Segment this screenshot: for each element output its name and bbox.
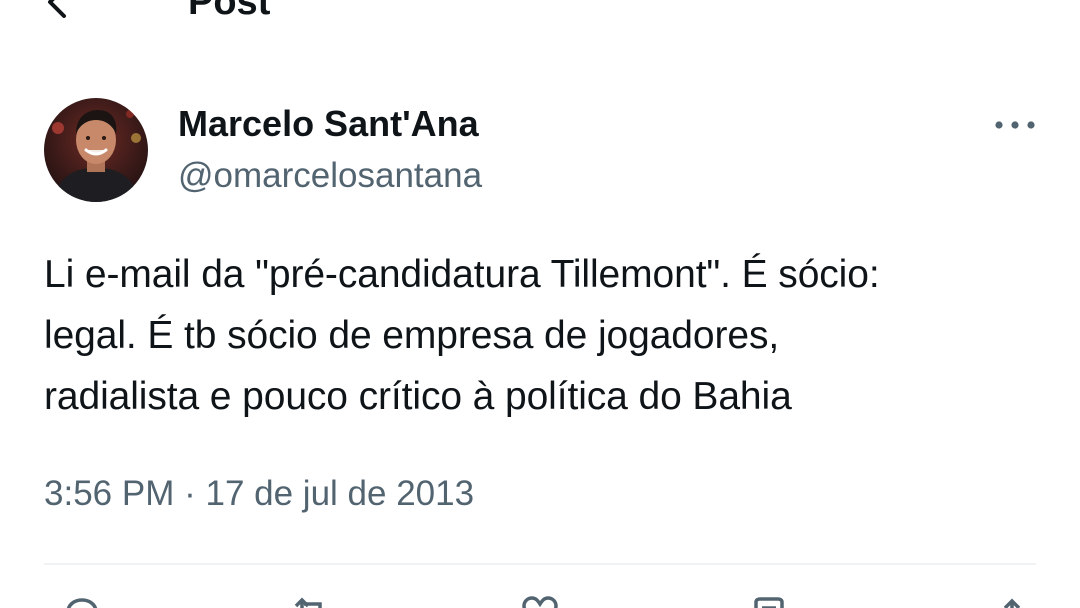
profile-photo bbox=[44, 98, 148, 202]
share-button[interactable] bbox=[994, 596, 1034, 608]
retweet-button[interactable] bbox=[290, 596, 330, 608]
bookmark-button[interactable] bbox=[750, 596, 790, 608]
meta-separator: · bbox=[184, 474, 196, 513]
action-bar bbox=[0, 596, 1080, 608]
tweet-date: 17 de jul de 2013 bbox=[205, 474, 475, 513]
reply-button[interactable] bbox=[62, 596, 102, 608]
more-options-button[interactable] bbox=[990, 110, 1040, 140]
display-name[interactable]: Marcelo Sant'Ana bbox=[178, 102, 479, 146]
arrow-left-icon bbox=[48, 0, 66, 18]
like-button[interactable] bbox=[520, 596, 560, 608]
reply-icon bbox=[66, 598, 98, 608]
retweet-icon bbox=[294, 597, 322, 608]
avatar[interactable] bbox=[44, 98, 148, 202]
tweet-line: legal. É tb sócio de empresa de jogadore… bbox=[44, 314, 780, 357]
like-icon bbox=[522, 596, 558, 608]
tweet-line: radialista e pouco crítico à política do… bbox=[44, 375, 792, 418]
share-icon bbox=[1003, 598, 1021, 608]
more-horizontal-icon bbox=[995, 121, 1035, 129]
divider bbox=[44, 563, 1036, 565]
user-handle[interactable]: @omarcelosantana bbox=[178, 154, 482, 198]
tweet-text: Li e-mail da "pré-candidatura Tillemont"… bbox=[44, 244, 1044, 427]
tweet-time: 3:56 PM bbox=[44, 474, 175, 513]
bookmark-icon bbox=[754, 597, 784, 608]
tweet-line: Li e-mail da "pré-candidatura Tillemont"… bbox=[44, 253, 880, 296]
tweet-timestamp[interactable]: 3:56 PM · 17 de jul de 2013 bbox=[44, 472, 474, 516]
post-page: Post Marcelo Sant'Ana @omarcelosantana L… bbox=[0, 0, 1080, 608]
back-button[interactable] bbox=[40, 0, 80, 22]
post-header: Post bbox=[0, 0, 1080, 24]
page-title: Post bbox=[188, 0, 271, 23]
